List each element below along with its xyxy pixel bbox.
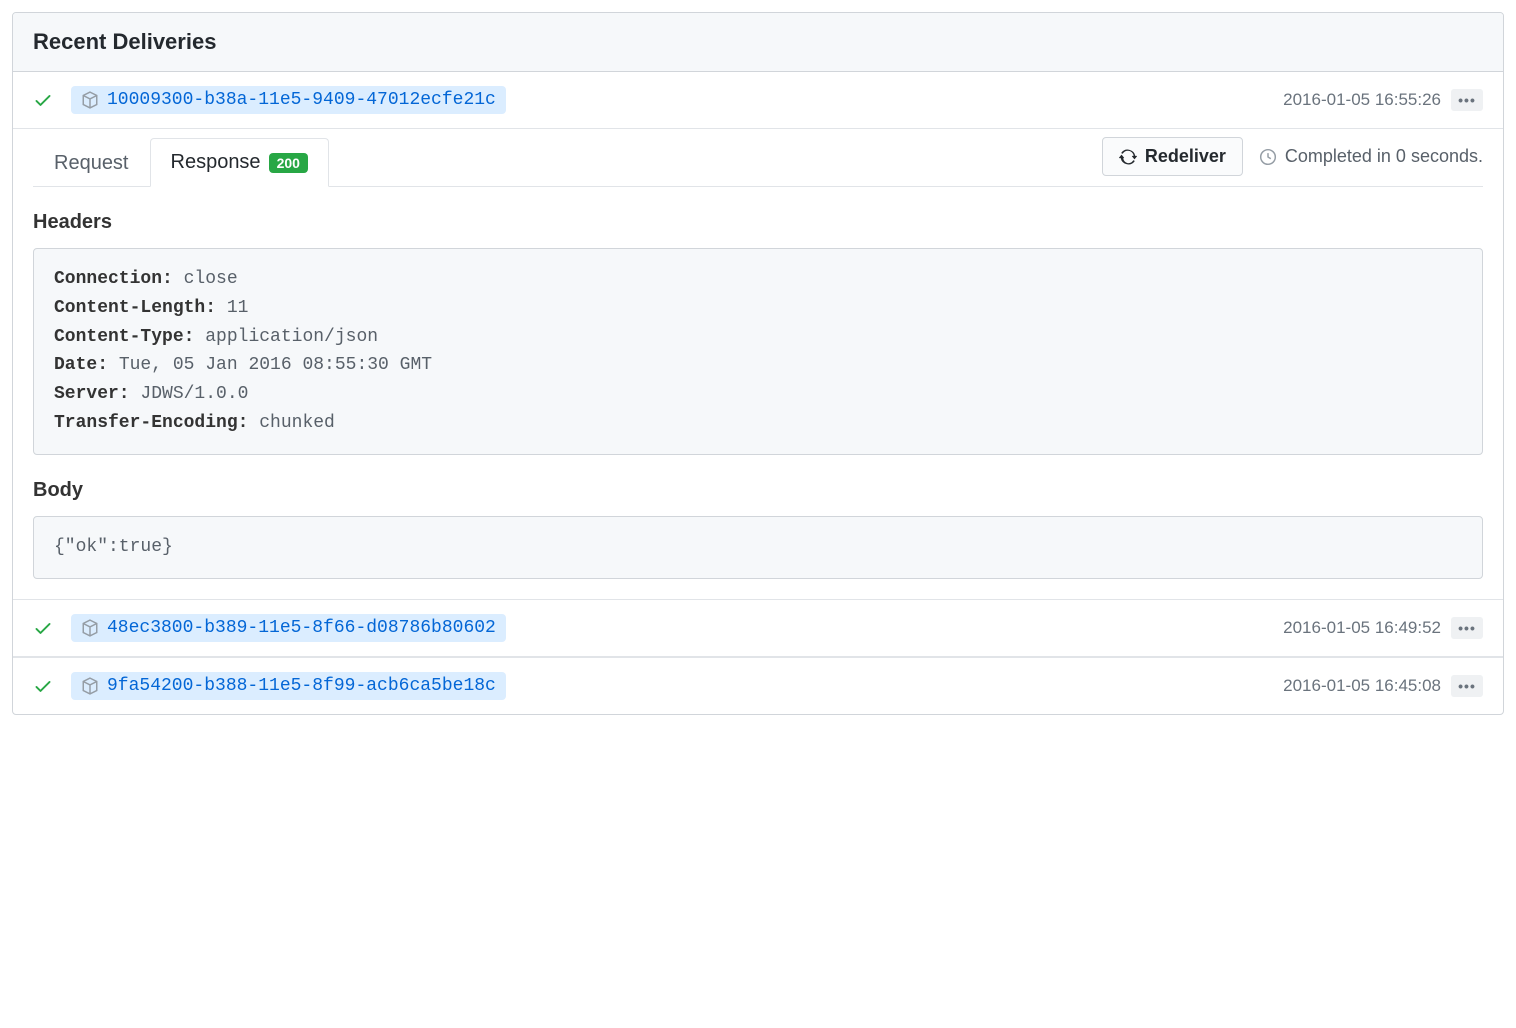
delivery-id: 9fa54200-b388-11e5-8f99-acb6ca5be18c [107, 676, 496, 696]
header-line: Server: JDWS/1.0.0 [54, 380, 1462, 409]
header-line: Transfer-Encoding: chunked [54, 409, 1462, 438]
delivery-row[interactable]: 9fa54200-b388-11e5-8f99-acb6ca5be18c 201… [13, 657, 1503, 714]
delivery-detail: Request Response 200 Redeliver [13, 137, 1503, 599]
tab-actions: Redeliver Completed in 0 seconds. [1102, 137, 1483, 186]
completed-info: Completed in 0 seconds. [1259, 146, 1483, 167]
header-line: Content-Length: 11 [54, 294, 1462, 323]
package-icon [81, 677, 99, 695]
delivery-id-chip[interactable]: 9fa54200-b388-11e5-8f99-acb6ca5be18c [71, 672, 506, 700]
status-badge: 200 [269, 153, 308, 173]
clock-icon [1259, 148, 1277, 166]
delivery-row[interactable]: 10009300-b38a-11e5-9409-47012ecfe21c 201… [13, 72, 1503, 129]
panel-title: Recent Deliveries [33, 29, 1483, 55]
header-line: Connection: close [54, 265, 1462, 294]
check-icon [33, 618, 53, 638]
delivery-id-chip[interactable]: 48ec3800-b389-11e5-8f66-d08786b80602 [71, 614, 506, 642]
delivery-id-chip[interactable]: 10009300-b38a-11e5-9409-47012ecfe21c [71, 86, 506, 114]
header-line: Content-Type: application/json [54, 323, 1462, 352]
delivery-id: 48ec3800-b389-11e5-8f66-d08786b80602 [107, 618, 496, 638]
recent-deliveries-panel: Recent Deliveries 10009300-b38a-11e5-940… [12, 12, 1504, 715]
delivery-timestamp: 2016-01-05 16:45:08 [1283, 676, 1441, 696]
redeliver-button[interactable]: Redeliver [1102, 137, 1243, 176]
refresh-icon [1119, 148, 1137, 166]
check-icon [33, 676, 53, 696]
panel-header: Recent Deliveries [13, 13, 1503, 72]
headers-label: Headers [33, 211, 1483, 234]
header-line: Date: Tue, 05 Jan 2016 08:55:30 GMT [54, 351, 1462, 380]
more-button[interactable]: ••• [1451, 675, 1483, 697]
body-box: {"ok":true} [33, 516, 1483, 579]
redeliver-label: Redeliver [1145, 146, 1226, 167]
delivery-timestamp: 2016-01-05 16:55:26 [1283, 90, 1441, 110]
more-button[interactable]: ••• [1451, 89, 1483, 111]
more-button[interactable]: ••• [1451, 617, 1483, 639]
body-content: {"ok":true} [54, 537, 173, 557]
delivery-id: 10009300-b38a-11e5-9409-47012ecfe21c [107, 90, 496, 110]
package-icon [81, 619, 99, 637]
completed-text: Completed in 0 seconds. [1285, 146, 1483, 167]
tab-response-label: Response [171, 151, 261, 174]
tabs-row: Request Response 200 Redeliver [33, 137, 1483, 187]
body-label: Body [33, 479, 1483, 502]
tab-response[interactable]: Response 200 [150, 138, 329, 187]
check-icon [33, 90, 53, 110]
delivery-timestamp: 2016-01-05 16:49:52 [1283, 618, 1441, 638]
tab-request[interactable]: Request [33, 139, 150, 187]
tab-request-label: Request [54, 152, 129, 175]
package-icon [81, 91, 99, 109]
headers-box: Connection: close Content-Length: 11 Con… [33, 248, 1483, 455]
delivery-row[interactable]: 48ec3800-b389-11e5-8f66-d08786b80602 201… [13, 599, 1503, 657]
